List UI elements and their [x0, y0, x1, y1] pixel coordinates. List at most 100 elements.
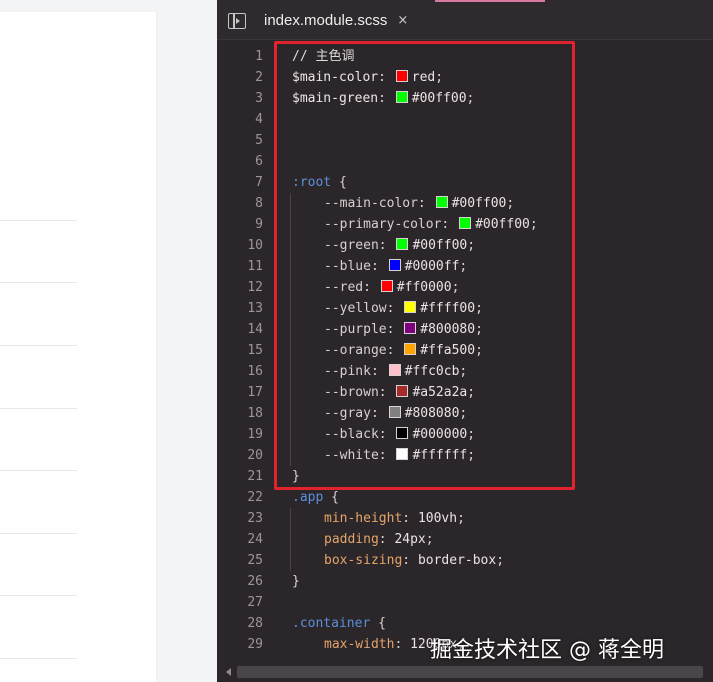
color-swatch[interactable]: [388, 259, 401, 271]
line-number: 8: [255, 196, 263, 211]
line-number: 7: [255, 175, 263, 190]
code-token: :: [402, 511, 418, 526]
toggle-sidebar-icon[interactable]: [228, 13, 246, 29]
editor-tab-bar: index.module.scss ×: [217, 0, 713, 40]
code-token: ;: [466, 91, 475, 106]
code-token: ;: [459, 259, 468, 274]
code-line: 12 --red: #ff0000;: [217, 277, 713, 298]
code-token: 100vh: [417, 511, 458, 526]
close-tab-icon[interactable]: ×: [397, 13, 408, 28]
line-number: 29: [247, 637, 263, 652]
code-area[interactable]: 1 // 主色调 2 $main-color: red; 3 $main-green: #…: [217, 41, 713, 661]
code-token: --brown: [324, 385, 379, 400]
color-swatch[interactable]: [396, 448, 409, 460]
tab-filename: index.module.scss: [264, 11, 388, 29]
code-token: :: [378, 91, 394, 106]
code-text: .app {: [292, 487, 339, 508]
code-line: 16 --pink: #ffc0cb;: [217, 361, 713, 382]
horizontal-scrollbar[interactable]: [217, 663, 713, 682]
code-token: min-height: [324, 511, 403, 526]
code-text: $main-color: red;: [292, 67, 443, 88]
code-token: :: [386, 322, 403, 337]
color-swatch[interactable]: [396, 427, 409, 439]
code-token: --blue: [324, 259, 371, 274]
line-number: 10: [247, 238, 263, 253]
code-token: ;: [496, 553, 505, 568]
list-divider: [0, 220, 77, 221]
scroll-left-arrow-icon[interactable]: [226, 668, 231, 676]
code-token: --white: [324, 448, 379, 463]
line-number: 21: [247, 469, 263, 484]
line-number: 5: [255, 133, 263, 148]
line-number: 6: [255, 154, 263, 169]
color-swatch[interactable]: [459, 217, 472, 229]
code-line: 20 --white: #ffffff;: [217, 445, 713, 466]
code-token: --purple: [324, 322, 387, 337]
line-number: 22: [247, 490, 263, 505]
code-line: 14 --purple: #800080;: [217, 319, 713, 340]
line-number: 16: [247, 364, 263, 379]
code-token: :: [402, 553, 418, 568]
list-divider: [0, 595, 77, 596]
line-number: 23: [247, 511, 263, 526]
scrollbar-thumb[interactable]: [237, 666, 703, 678]
line-number: 26: [247, 574, 263, 589]
color-swatch[interactable]: [396, 238, 409, 250]
code-token: ;: [467, 385, 476, 400]
code-text: --main-color: #00ff00;: [324, 193, 514, 214]
line-number: 19: [247, 427, 263, 442]
tab-index-module-scss[interactable]: index.module.scss ×: [254, 0, 418, 40]
color-swatch[interactable]: [435, 196, 448, 208]
color-swatch[interactable]: [404, 301, 417, 313]
code-token: --gray: [324, 406, 371, 421]
line-number: 3: [255, 91, 263, 106]
code-line: 4: [217, 109, 713, 130]
code-line: 24 padding: 24px;: [217, 529, 713, 550]
line-number: 13: [247, 301, 263, 316]
code-token: :: [378, 448, 395, 463]
code-token: :: [394, 637, 411, 652]
code-line: 3 $main-green: #00ff00;: [217, 88, 713, 109]
code-token: #00ff00: [411, 91, 467, 106]
color-swatch[interactable]: [404, 343, 417, 355]
color-swatch[interactable]: [395, 70, 408, 82]
color-swatch[interactable]: [395, 91, 408, 103]
line-number: 28: [247, 616, 263, 631]
code-editor: index.module.scss × 1 // 主色调 2 $main-color:…: [217, 0, 713, 682]
code-text: --orange: #ffa500;: [324, 340, 483, 361]
code-token: #ff0000: [396, 280, 452, 295]
line-number: 24: [247, 532, 263, 547]
code-token: #800080: [420, 322, 476, 337]
code-text: --white: #ffffff;: [324, 445, 475, 466]
code-token: #00ff00: [451, 196, 507, 211]
code-token: max-width: [324, 637, 395, 652]
code-line: 11 --blue: #0000ff;: [217, 256, 713, 277]
color-swatch[interactable]: [404, 322, 417, 334]
line-number: 2: [255, 70, 263, 85]
line-number: 9: [255, 217, 263, 232]
code-token: --red: [324, 280, 364, 295]
code-text: :root {: [292, 172, 347, 193]
code-token: :: [378, 427, 395, 442]
line-number: 4: [255, 112, 263, 127]
code-token: :: [378, 532, 395, 547]
code-token: :: [378, 238, 395, 253]
color-swatch[interactable]: [388, 406, 401, 418]
code-text: // 主色调: [292, 46, 354, 67]
color-swatch[interactable]: [396, 385, 409, 397]
color-swatch[interactable]: [388, 364, 401, 376]
code-text: box-sizing: border-box;: [324, 550, 504, 571]
left-panel-card: [0, 12, 157, 682]
code-token: }: [292, 469, 300, 484]
code-token: {: [331, 175, 347, 190]
color-swatch[interactable]: [380, 280, 393, 292]
code-token: .container: [292, 616, 371, 631]
list-divider: [0, 345, 77, 346]
left-page-area: [0, 0, 217, 682]
code-token: #00ff00: [475, 217, 530, 232]
code-token: ;: [451, 280, 460, 295]
code-line: 1 // 主色调: [217, 46, 713, 67]
code-text: --yellow: #ffff00;: [324, 298, 483, 319]
code-line: 13 --yellow: #ffff00;: [217, 298, 713, 319]
code-token: ;: [506, 196, 515, 211]
